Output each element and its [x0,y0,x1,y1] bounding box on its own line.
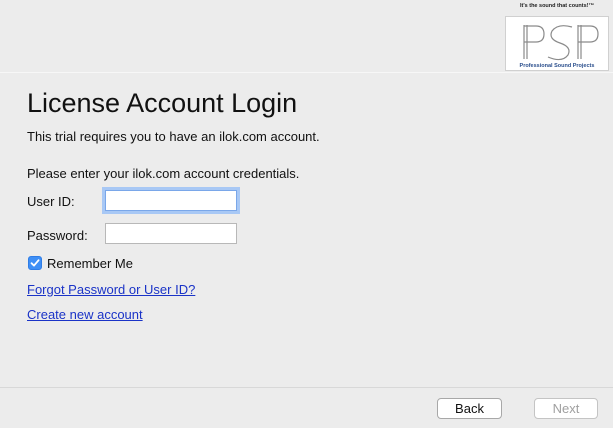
logo-box: Professional Sound Projects [505,16,609,71]
remember-me-label[interactable]: Remember Me [47,256,133,271]
page-title: License Account Login [27,88,298,118]
user-id-label: User ID: [27,194,75,209]
create-account-link[interactable]: Create new account [27,307,143,322]
intro-text: This trial requires you to have an ilok.… [27,129,320,144]
psp-letters-icon [523,25,599,61]
header-bar: It's the sound that counts!™ Professiona… [0,0,613,73]
password-label: Password: [27,228,88,243]
footer-divider [0,387,613,388]
logo-tagline: It's the sound that counts!™ [519,3,595,9]
remember-me-checkbox[interactable] [28,256,42,270]
credentials-prompt: Please enter your ilok.com account crede… [27,166,300,181]
password-input[interactable] [105,223,237,244]
back-button[interactable]: Back [437,398,502,419]
user-id-input[interactable] [105,190,237,211]
checkmark-icon [30,259,40,267]
logo-caption: Professional Sound Projects [519,63,595,69]
next-button[interactable]: Next [534,398,598,419]
forgot-password-link[interactable]: Forgot Password or User ID? [27,282,195,297]
psp-logo: It's the sound that counts!™ Professiona… [503,3,611,71]
